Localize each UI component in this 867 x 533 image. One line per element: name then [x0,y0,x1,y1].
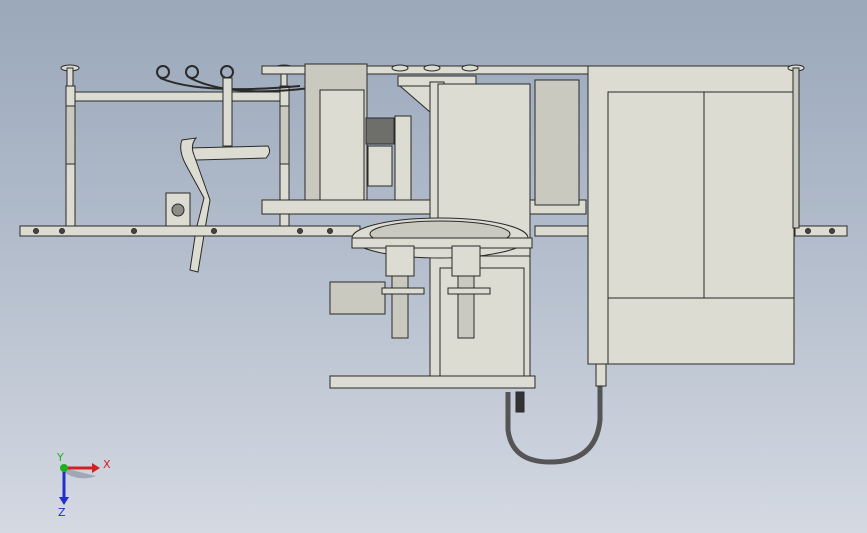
swing-arm [165,77,271,273]
x-axis-label: X [103,458,111,471]
coordinate-triad: X Y Z [56,451,111,519]
hose-fitting [515,391,525,413]
x-axis-arrowhead [92,463,100,473]
y-axis-label: Y [56,451,64,464]
z-axis-arrowhead [59,497,69,505]
y-axis-dot [60,464,68,472]
machine-assembly [19,63,848,465]
z-axis-label: Z [58,506,66,519]
cad-viewport[interactable]: X Y Z [0,0,867,533]
rotary-table [351,217,533,259]
triad-shadow [64,468,96,479]
control-cabinet [587,64,805,387]
